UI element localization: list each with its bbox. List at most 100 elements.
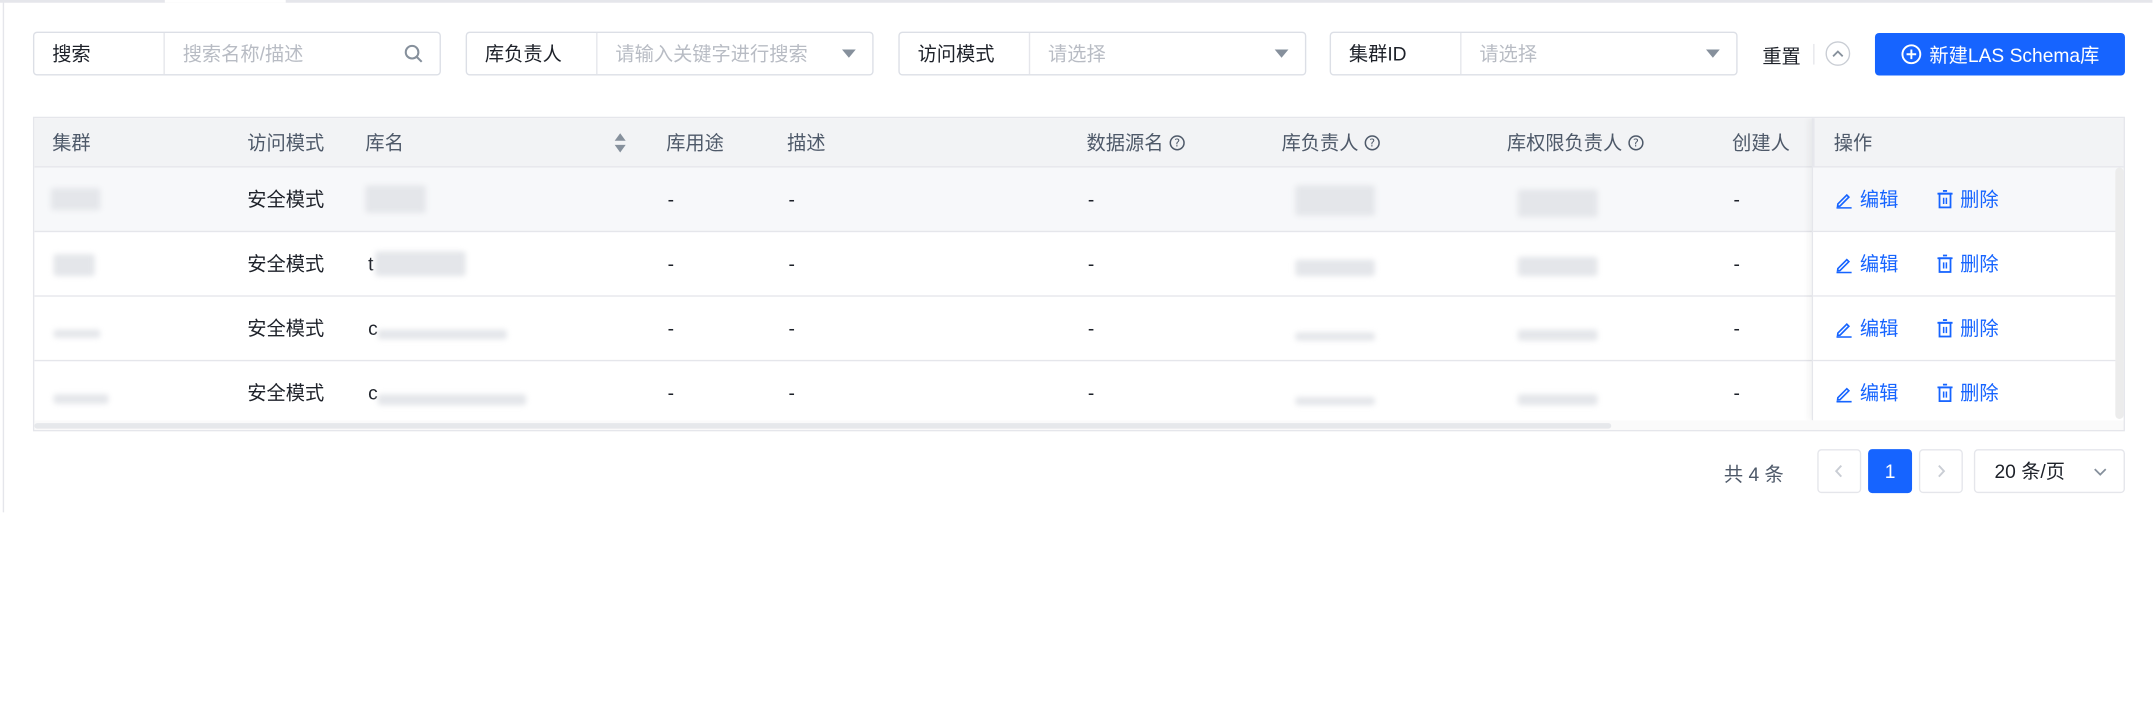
access-mode-select[interactable]: 请选择 — [1030, 33, 1305, 74]
col-creator-label: 创建人 — [1732, 131, 1790, 154]
edit-button[interactable]: 编辑 — [1835, 168, 1898, 231]
cell-usage: - — [667, 252, 674, 275]
caret-down-icon[interactable] — [1706, 49, 1720, 58]
cell-creator: - — [1733, 188, 1740, 211]
access-mode-filter: 访问模式 请选择 — [898, 31, 1307, 76]
chevron-right-icon — [1938, 464, 1946, 478]
caret-down-icon[interactable] — [842, 49, 856, 58]
redacted-db-name — [374, 251, 466, 277]
cell-desc: - — [788, 188, 795, 211]
redacted-db-owner — [1295, 185, 1375, 216]
col-datasource: 数据源名 ? — [1087, 118, 1186, 167]
vertical-scrollbar[interactable] — [2115, 167, 2124, 419]
schema-table: 集群 访问模式 库名 库用途 描述 数据源名 ? 库负责人 ? 库权限负责人 ?… — [32, 116, 2125, 432]
help-icon[interactable]: ? — [1628, 135, 1644, 151]
edit-button[interactable]: 编辑 — [1835, 232, 1898, 295]
page-size-select[interactable]: 20 条/页 — [1973, 449, 2125, 494]
search-input-placeholder: 搜索名称/描述 — [182, 42, 304, 65]
redacted-db-name — [377, 394, 527, 406]
cell-datasource: - — [1087, 317, 1095, 340]
delete-button-label: 删除 — [1960, 317, 1999, 340]
divider — [1813, 43, 1815, 65]
table-row: 安全模式 - - - - — [34, 167, 2124, 233]
col-description-label: 描述 — [787, 131, 826, 154]
sort-icon[interactable] — [614, 118, 626, 167]
actions-column: 编辑 删除 编辑 删除 编辑 删除 编辑 删除 — [1811, 118, 2124, 421]
plus-circle-icon — [1900, 44, 1922, 65]
next-page-button[interactable] — [1918, 449, 1963, 494]
col-db-owner-label: 库负责人 — [1281, 131, 1359, 154]
caret-down-icon[interactable] — [1274, 49, 1289, 58]
delete-button[interactable]: 删除 — [1937, 297, 1999, 360]
redacted-db-name — [377, 329, 507, 340]
redacted-db-owner — [1295, 396, 1375, 406]
page: 搜索 搜索名称/描述 库负责人 请输入关键字进行搜索 访问模式 请选择 集群ID… — [0, 0, 2153, 703]
cell-datasource: - — [1087, 252, 1095, 275]
edit-icon — [1835, 384, 1853, 402]
create-schema-button-label: 新建LAS Schema库 — [1929, 43, 2100, 66]
redacted-cluster — [53, 329, 101, 338]
chevron-left-icon — [1834, 464, 1843, 478]
col-access-mode: 访问模式 — [247, 118, 324, 167]
col-datasource-label: 数据源名 — [1086, 131, 1164, 154]
cluster-id-select-placeholder: 请选择 — [1479, 42, 1538, 65]
redacted-cluster — [53, 254, 95, 277]
col-cluster-label: 集群 — [52, 131, 91, 154]
help-icon[interactable]: ? — [1364, 135, 1380, 151]
cluster-id-filter-label: 集群ID — [1331, 32, 1462, 75]
edit-button-label: 编辑 — [1859, 188, 1899, 211]
table-header: 集群 访问模式 库名 库用途 描述 数据源名 ? 库负责人 ? 库权限负责人 ?… — [34, 118, 2124, 168]
page-size-value: 20 条/页 — [1994, 460, 2066, 483]
owner-select-placeholder: 请输入关键字进行搜索 — [615, 42, 808, 65]
collapse-icon[interactable] — [1825, 41, 1851, 66]
page-button-current[interactable]: 1 — [1868, 449, 1913, 494]
edit-icon — [1835, 319, 1853, 338]
redacted-perm-owner — [1517, 256, 1598, 277]
search-icon[interactable] — [404, 44, 423, 63]
col-db-usage-label: 库用途 — [666, 131, 724, 154]
chevron-down-icon — [2094, 467, 2107, 476]
redacted-db-owner — [1295, 332, 1375, 341]
horizontal-scrollbar[interactable] — [34, 420, 2124, 430]
redacted-perm-owner — [1517, 189, 1598, 218]
delete-button[interactable]: 删除 — [1937, 232, 1999, 295]
cluster-id-select[interactable]: 请选择 — [1462, 33, 1737, 74]
svg-text:?: ? — [1174, 137, 1180, 150]
owner-filter: 库负责人 请输入关键字进行搜索 — [465, 31, 874, 76]
col-perm-owner: 库权限负责人 ? — [1507, 118, 1644, 167]
access-mode-filter-label: 访问模式 — [900, 32, 1031, 75]
redacted-db-owner — [1295, 259, 1375, 277]
cell-db-name-prefix: t — [368, 252, 374, 275]
col-db-usage: 库用途 — [666, 118, 724, 167]
reset-button[interactable]: 重置 — [1762, 43, 1800, 70]
create-schema-button[interactable]: 新建LAS Schema库 — [1874, 32, 2125, 76]
owner-select[interactable]: 请输入关键字进行搜索 — [598, 33, 873, 74]
cell-desc: - — [788, 381, 795, 404]
table-row: 安全模式 t - - - - — [34, 232, 2124, 297]
edit-button[interactable]: 编辑 — [1835, 297, 1898, 360]
col-perm-owner-label: 库权限负责人 — [1506, 131, 1623, 154]
left-border — [2, 0, 5, 513]
cell-desc: - — [788, 252, 795, 275]
edit-button[interactable]: 编辑 — [1835, 361, 1898, 424]
redacted-cluster — [53, 394, 109, 404]
search-input[interactable]: 搜索名称/描述 — [165, 33, 440, 74]
horizontal-scrollbar-thumb[interactable] — [34, 423, 1612, 429]
cell-creator: - — [1733, 381, 1740, 404]
edit-button-label: 编辑 — [1859, 381, 1899, 404]
owner-filter-label: 库负责人 — [467, 32, 598, 75]
redacted-perm-owner — [1517, 329, 1598, 341]
delete-button-label: 删除 — [1960, 381, 1999, 404]
delete-button[interactable]: 删除 — [1937, 168, 1999, 231]
col-cluster: 集群 — [52, 118, 90, 167]
trash-icon — [1937, 319, 1953, 338]
help-icon[interactable]: ? — [1169, 135, 1185, 151]
delete-button[interactable]: 删除 — [1937, 361, 1999, 424]
cell-desc: - — [788, 317, 795, 340]
cell-usage: - — [667, 317, 674, 340]
cell-datasource: - — [1087, 381, 1095, 404]
col-db-name: 库名 — [365, 118, 403, 167]
search-filter: 搜索 搜索名称/描述 — [32, 31, 441, 76]
prev-page-button[interactable] — [1817, 449, 1862, 494]
delete-button-label: 删除 — [1960, 188, 1999, 211]
